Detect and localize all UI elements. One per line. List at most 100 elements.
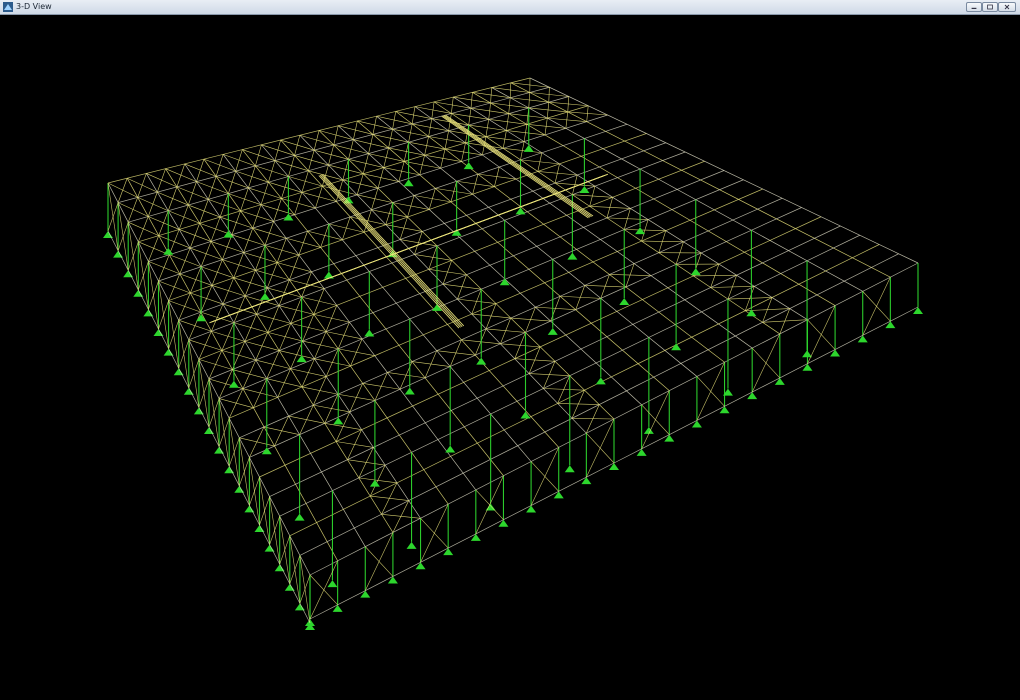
- frame-member: [208, 176, 217, 200]
- support-restraint-icon: [830, 349, 841, 357]
- title-bar[interactable]: 3-D View: [0, 0, 1020, 15]
- support-restraint-icon: [690, 268, 701, 276]
- frame-member: [158, 300, 169, 330]
- frame-member: [347, 429, 362, 460]
- support-restraint-icon: [415, 562, 426, 570]
- structural-3d-model[interactable]: [0, 15, 1020, 700]
- model-viewport[interactable]: [0, 15, 1020, 700]
- frame-member: [222, 277, 235, 305]
- frame-member: [475, 475, 504, 535]
- frame-member: [211, 259, 223, 286]
- frame-member: [208, 398, 220, 428]
- frame-member: [862, 320, 891, 336]
- frame-member: [299, 405, 314, 435]
- support-restraint-icon: [691, 420, 702, 428]
- support-restraint-icon: [327, 580, 338, 588]
- support-restraint-icon: [445, 445, 456, 453]
- support-restraint-icon: [364, 329, 375, 337]
- frame-member: [337, 590, 366, 606]
- frame-member: [530, 447, 559, 506]
- frame-member: [641, 434, 670, 450]
- frame-member: [288, 155, 295, 177]
- support-restraint-icon: [774, 377, 785, 385]
- frame-member: [313, 288, 325, 315]
- frame-member: [228, 388, 244, 419]
- frame-member: [369, 464, 386, 497]
- frame-member: [279, 535, 291, 565]
- frame-member: [148, 280, 159, 310]
- support-restraint-icon: [523, 144, 534, 152]
- support-restraint-icon: [274, 564, 285, 572]
- minimize-button[interactable]: [966, 2, 982, 12]
- support-restraint-icon: [581, 477, 592, 485]
- support-restraint-icon: [332, 604, 343, 612]
- frame-member: [138, 216, 149, 242]
- frame-member: [274, 415, 289, 447]
- frame-member: [365, 576, 394, 591]
- frame-member: [319, 174, 461, 328]
- frame-member: [381, 482, 398, 515]
- frame-member: [548, 87, 550, 103]
- frame-member: [235, 149, 243, 172]
- maximize-button[interactable]: [982, 2, 998, 12]
- frame-member: [320, 223, 330, 248]
- support-restraint-icon: [547, 327, 558, 335]
- frame-member: [365, 532, 394, 591]
- support-restraint-icon: [294, 513, 305, 521]
- support-restraint-icon: [143, 309, 154, 317]
- support-restraint-icon: [564, 465, 575, 473]
- frame-member: [613, 448, 642, 464]
- frame-member: [807, 349, 836, 365]
- support-restraint-icon: [885, 321, 896, 329]
- frame-member: [168, 273, 181, 301]
- frame-member: [321, 174, 463, 327]
- support-restraint-icon: [609, 463, 619, 470]
- frame-member: [289, 555, 301, 584]
- frame-member: [248, 165, 256, 189]
- close-button[interactable]: [998, 2, 1016, 12]
- support-restraint-icon: [153, 329, 164, 336]
- frame-member: [137, 173, 147, 198]
- frame-member: [127, 197, 138, 223]
- frame-member: [117, 222, 129, 251]
- frame-member: [358, 447, 374, 479]
- support-restraint-icon: [133, 289, 144, 297]
- frame-member: [420, 503, 449, 563]
- frame-member: [190, 266, 202, 294]
- support-restraint-icon: [476, 357, 487, 365]
- frame-member: [641, 390, 670, 449]
- frame-member: [157, 168, 166, 193]
- support-restraint-icon: [224, 466, 235, 474]
- frame-member: [215, 154, 224, 177]
- support-restraint-icon: [719, 406, 730, 414]
- frame-member: [188, 359, 200, 388]
- frame-member: [231, 210, 241, 235]
- support-restraint-icon: [283, 213, 294, 221]
- frame-member: [503, 505, 532, 521]
- frame-member: [696, 405, 725, 421]
- support-restraint-icon: [857, 335, 868, 343]
- frame-member: [107, 202, 119, 232]
- support-restraint-icon: [553, 491, 564, 499]
- frame-member: [862, 277, 891, 336]
- support-restraint-icon: [636, 448, 647, 456]
- frame-member: [752, 377, 780, 393]
- frame-member: [252, 204, 262, 229]
- support-restraint-icon: [264, 544, 275, 552]
- frame-member: [448, 533, 476, 549]
- frame-member: [179, 247, 191, 274]
- frame-member: [219, 193, 229, 218]
- support-restraint-icon: [244, 505, 255, 513]
- frame-member: [392, 561, 421, 577]
- frame-member: [299, 574, 311, 604]
- frame-member: [586, 418, 615, 478]
- frame-member: [266, 262, 278, 289]
- frame-member: [374, 372, 388, 401]
- frame-member: [273, 198, 282, 222]
- frame-member: [834, 335, 863, 350]
- support-restraint-icon: [443, 548, 454, 556]
- frame-member: [807, 305, 836, 364]
- support-restraint-icon: [296, 355, 307, 363]
- support-restraint-icon: [404, 387, 415, 395]
- frame-member: [281, 176, 289, 199]
